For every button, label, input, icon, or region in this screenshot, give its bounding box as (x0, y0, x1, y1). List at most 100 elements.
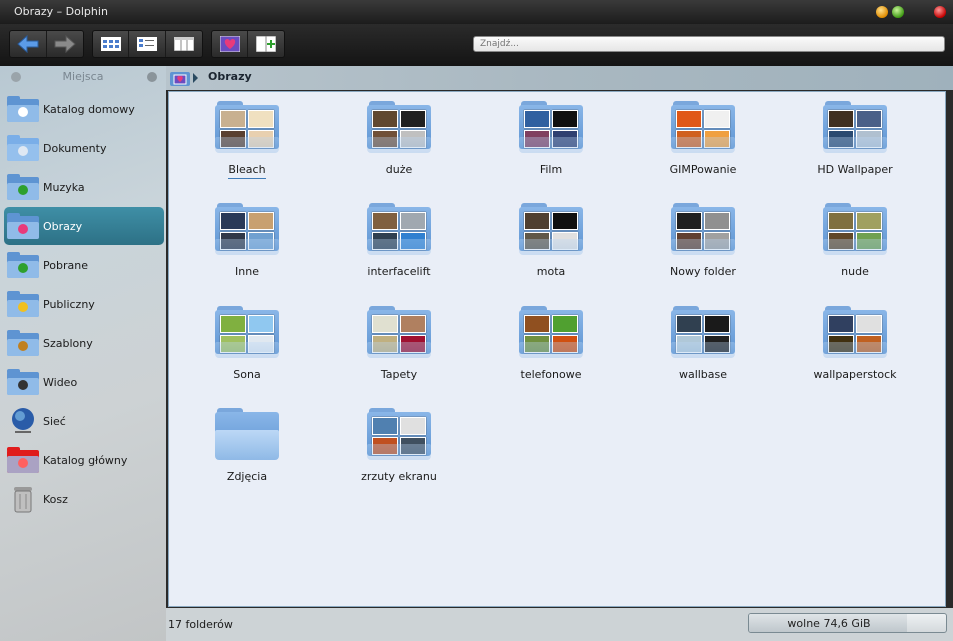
file-item-folder[interactable]: telefonowe (475, 297, 627, 393)
file-item-folder[interactable]: Film (475, 92, 627, 188)
split-view-button[interactable] (248, 31, 284, 57)
file-item-folder[interactable]: Zdjęcia (171, 399, 323, 495)
file-item-folder[interactable]: HD Wallpaper (779, 92, 931, 188)
sidebar-item-kosz[interactable]: Kosz (4, 480, 164, 518)
file-item-name: interfacelift (367, 265, 431, 279)
file-item-name: nude (841, 265, 869, 279)
sidebar-item-katalog-domowy[interactable]: Katalog domowy (4, 90, 164, 128)
sidebar-item-katalog-główny[interactable]: Katalog główny (4, 441, 164, 479)
file-item-folder[interactable]: Nowy folder (627, 194, 779, 290)
window-title: Obrazy – Dolphin (14, 5, 108, 18)
file-item-folder[interactable]: Sona (171, 297, 323, 393)
folder-icon (519, 101, 583, 153)
file-item-name: Film (539, 163, 563, 176)
details-view-icon (137, 37, 158, 51)
folder-icon (367, 203, 431, 256)
sidebar-item-label: Obrazy (43, 219, 83, 233)
details-view-button[interactable] (129, 31, 166, 57)
panel-options-icon[interactable] (147, 72, 157, 82)
breadcrumb-folder-icon[interactable] (170, 70, 190, 89)
home-folder-icon (6, 94, 40, 124)
close-panel-icon[interactable] (11, 72, 21, 82)
file-item-folder[interactable]: Inne (171, 194, 323, 290)
title-bar: Obrazy – Dolphin (0, 0, 953, 24)
maximize-button[interactable] (892, 6, 904, 18)
sidebar-item-label: Wideo (43, 375, 78, 389)
minimize-button[interactable] (876, 6, 888, 18)
file-item-name: Inne (235, 265, 259, 279)
file-item-folder[interactable]: GIMPowanie (627, 92, 779, 188)
file-item-folder[interactable]: Bleach (171, 92, 323, 188)
file-item-folder[interactable]: zrzuty ekranu (323, 399, 475, 495)
status-bar: 17 folderów wolne 74,6 GiB (166, 608, 953, 641)
places-title: Miejsca (62, 70, 104, 83)
folder-icon (823, 203, 887, 256)
sidebar-item-muzyka[interactable]: Muzyka (4, 168, 164, 206)
folder-count: 17 folderów (168, 618, 233, 631)
file-item-folder[interactable]: wallbase (627, 297, 779, 393)
split-view-icon (256, 36, 276, 52)
file-item-name: HD Wallpaper (817, 163, 893, 176)
file-item-name: GIMPowanie (669, 163, 737, 176)
preview-icon (219, 36, 240, 52)
close-window-button[interactable] (934, 6, 946, 18)
search-input[interactable] (473, 36, 945, 52)
folder-icon (519, 203, 583, 256)
breadcrumb: Obrazy (166, 66, 953, 90)
file-item-folder[interactable]: interfacelift (323, 194, 475, 290)
network-icon (6, 406, 40, 436)
file-item-name: telefonowe (520, 367, 582, 381)
folder-icon (215, 305, 279, 358)
file-item-folder[interactable]: wallpaperstock (779, 297, 931, 393)
sidebar-item-wideo[interactable]: Wideo (4, 363, 164, 401)
sidebar-item-label: Kosz (43, 492, 68, 506)
sidebar-item-dokumenty[interactable]: Dokumenty (4, 129, 164, 167)
sidebar-item-label: Publiczny (43, 297, 95, 311)
sidebar-item-label: Muzyka (43, 180, 85, 194)
folder-icon (215, 101, 279, 153)
file-item-name: wallpaperstock (813, 367, 897, 381)
sidebar-item-label: Szablony (43, 336, 93, 350)
file-item-name: wallbase (678, 367, 728, 381)
sidebar-item-publiczny[interactable]: Publiczny (4, 285, 164, 323)
back-button[interactable] (10, 31, 47, 57)
sidebar-item-label: Pobrane (43, 258, 88, 272)
documents-folder-icon (6, 133, 40, 163)
columns-view-button[interactable] (166, 31, 202, 57)
free-space-label: wolne 74,6 GiB (787, 617, 871, 630)
file-item-folder[interactable]: Tapety (323, 297, 475, 393)
panel-group (211, 30, 285, 58)
folder-icon (671, 305, 735, 358)
video-folder-icon (6, 367, 40, 397)
folder-icon (671, 203, 735, 256)
file-view[interactable]: Bleach duże Film GIMPowanie HD Wallpaper… (168, 91, 946, 607)
preview-button[interactable] (212, 31, 249, 57)
breadcrumb-current[interactable]: Obrazy (208, 70, 252, 83)
file-item-name: mota (536, 265, 566, 279)
folder-icon (671, 101, 735, 153)
breadcrumb-separator-icon (193, 73, 198, 83)
trash-icon (6, 484, 40, 514)
pictures-folder-icon (6, 211, 40, 241)
forward-arrow-icon (54, 35, 76, 53)
forward-button[interactable] (47, 31, 84, 57)
sidebar-item-obrazy[interactable]: Obrazy (4, 207, 164, 245)
navigation-group (9, 30, 84, 58)
places-header: Miejsca (0, 66, 166, 88)
file-item-folder[interactable]: duże (323, 92, 475, 188)
downloads-folder-icon (6, 250, 40, 280)
file-item-folder[interactable]: mota (475, 194, 627, 290)
sidebar-item-pobrane[interactable]: Pobrane (4, 246, 164, 284)
sidebar-item-sieć[interactable]: Sieć (4, 402, 164, 440)
free-space-bar[interactable]: wolne 74,6 GiB (748, 613, 947, 633)
file-item-name: Nowy folder (670, 265, 736, 279)
folder-icon (215, 203, 279, 256)
file-item-folder[interactable]: nude (779, 194, 931, 290)
templates-folder-icon (6, 328, 40, 358)
folder-icon (823, 305, 887, 358)
sidebar-item-label: Sieć (43, 414, 66, 428)
icons-view-button[interactable] (93, 31, 130, 57)
sidebar-item-label: Katalog domowy (43, 102, 135, 116)
sidebar-item-szablony[interactable]: Szablony (4, 324, 164, 362)
file-item-name: duże (385, 163, 413, 176)
